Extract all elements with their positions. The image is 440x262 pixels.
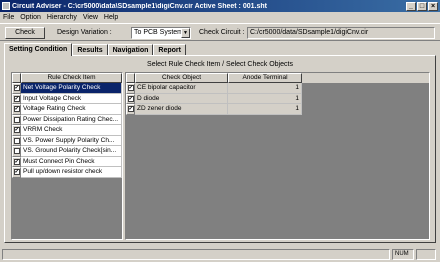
rule-check-label: Net Voltage Polarity Check <box>21 83 122 94</box>
rule-check-checkbox[interactable]: ✓ <box>13 85 20 92</box>
tab-setting-condition[interactable]: Setting Condition <box>4 43 73 56</box>
row-checkbox-cell[interactable]: ✓ <box>126 83 135 94</box>
check-object-label: ZD zener diode <box>135 104 228 115</box>
chevron-down-icon[interactable]: ▼ <box>181 28 190 38</box>
rule-check-row[interactable]: ✓ Must Connect Pin Check <box>12 156 122 167</box>
rule-check-row[interactable]: Power Dissipation Rating Chec... <box>12 114 122 125</box>
close-button[interactable]: × <box>428 1 438 11</box>
status-message <box>2 249 390 260</box>
anode-terminal-value: 1 <box>228 104 302 115</box>
row-checkbox-cell[interactable]: ✓ <box>12 125 21 136</box>
rule-check-checkbox[interactable] <box>13 148 20 155</box>
check-object-checkbox[interactable]: ✓ <box>127 85 134 92</box>
menu-hierarchy[interactable]: Hierarchy <box>47 14 77 21</box>
toolbar: Check Design Variation : To PCB System ▼… <box>0 23 440 41</box>
rule-check-row[interactable]: ✓ Pull up/down resistor check <box>12 167 122 178</box>
check-object-checkbox[interactable]: ✓ <box>127 106 134 113</box>
rule-check-label: VS. Ground Polarity Check[sin... <box>21 146 122 157</box>
header-corner <box>126 73 135 83</box>
rule-check-row[interactable]: VS. Ground Polarity Check[sin... <box>12 146 122 157</box>
rule-check-checkbox[interactable] <box>13 137 20 144</box>
check-object-row[interactable]: ✓ D diode 1 <box>126 93 429 104</box>
row-checkbox-cell[interactable]: ✓ <box>126 104 135 115</box>
status-num: NUM <box>392 249 414 260</box>
menu-bar: File Option Hierarchy View Help <box>0 12 440 22</box>
title-bar: Circuit Adviser - C:\cr5000\data\SDsampl… <box>0 0 440 12</box>
setting-condition-panel: Select Rule Check Item / Select Check Ob… <box>4 55 436 243</box>
rule-check-row[interactable]: ✓ VRRM Check <box>12 125 122 136</box>
maximize-button[interactable]: □ <box>417 1 427 11</box>
rule-check-label: Pull up/down resistor check <box>21 167 122 178</box>
status-extra <box>416 249 436 260</box>
row-checkbox-cell[interactable]: ✓ <box>126 93 135 104</box>
row-checkbox-cell[interactable]: ✓ <box>12 104 21 115</box>
check-object-header: Check Object <box>135 73 228 83</box>
rule-check-row[interactable]: ✓ Input Voltage Check <box>12 93 122 104</box>
row-checkbox-cell[interactable]: ✓ <box>12 93 21 104</box>
rule-check-checkbox[interactable]: ✓ <box>13 95 20 102</box>
check-object-label: CE bipolar capacitor <box>135 83 228 94</box>
design-variation-value: To PCB System <box>134 29 184 36</box>
check-circuit-label: Check Circuit : <box>199 29 245 36</box>
menu-file[interactable]: File <box>3 14 14 21</box>
check-object-row[interactable]: ✓ ZD zener diode 1 <box>126 104 429 115</box>
rule-check-table: Rule Check Item ✓ Net Voltage Polarity Ch… <box>11 72 123 240</box>
row-checkbox-cell[interactable]: ✓ <box>12 83 21 94</box>
rule-check-checkbox[interactable]: ✓ <box>13 127 20 134</box>
app-icon <box>2 2 10 10</box>
anode-terminal-header: Anode Terminal <box>228 73 302 83</box>
header-corner <box>12 73 21 83</box>
anode-terminal-value: 1 <box>228 93 302 104</box>
check-object-table: Check Object Anode Terminal ✓ CE bipolar … <box>125 72 430 240</box>
section-title: Select Rule Check Item / Select Check Ob… <box>147 61 293 68</box>
window-title: Circuit Adviser - C:\cr5000\data\SDsampl… <box>12 2 267 10</box>
anode-terminal-value: 1 <box>228 83 302 94</box>
rule-check-row[interactable]: ✓ Voltage Rating Check <box>12 104 122 115</box>
row-checkbox-cell[interactable]: ✓ <box>12 167 21 178</box>
menu-help[interactable]: Help <box>104 14 118 21</box>
rule-check-row[interactable]: ✓ Net Voltage Polarity Check <box>12 83 122 94</box>
minimize-button[interactable]: _ <box>406 1 416 11</box>
rule-check-label: Power Dissipation Rating Chec... <box>21 114 122 125</box>
menu-view[interactable]: View <box>83 14 98 21</box>
row-checkbox-cell[interactable]: ✓ <box>12 156 21 167</box>
rule-check-label: Must Connect Pin Check <box>21 156 122 167</box>
design-variation-select[interactable]: To PCB System ▼ <box>131 27 191 39</box>
rule-check-checkbox[interactable] <box>13 116 20 123</box>
status-bar: NUM <box>0 248 440 262</box>
rule-check-checkbox[interactable]: ✓ <box>13 169 20 176</box>
rule-check-checkbox[interactable]: ✓ <box>13 106 20 113</box>
check-object-checkbox[interactable]: ✓ <box>127 95 134 102</box>
rule-check-label: VRRM Check <box>21 125 122 136</box>
rule-check-label: Input Voltage Check <box>21 93 122 104</box>
row-checkbox-cell[interactable] <box>12 114 21 125</box>
rule-check-checkbox[interactable]: ✓ <box>13 158 20 165</box>
check-object-label: D diode <box>135 93 228 104</box>
check-circuit-path: C:/cr5000/data/SDsample1/digiCnv.cir <box>247 27 435 39</box>
menu-option[interactable]: Option <box>20 14 41 21</box>
rule-check-label: Voltage Rating Check <box>21 104 122 115</box>
check-button[interactable]: Check <box>5 27 45 39</box>
design-variation-label: Design Variation : <box>57 29 112 36</box>
rule-check-row[interactable]: VS. Power Supply Polarity Ch... <box>12 135 122 146</box>
rule-check-label: VS. Power Supply Polarity Ch... <box>21 135 122 146</box>
check-object-row[interactable]: ✓ CE bipolar capacitor 1 <box>126 83 429 94</box>
row-checkbox-cell[interactable] <box>12 135 21 146</box>
rule-check-header: Rule Check Item <box>21 73 122 83</box>
row-checkbox-cell[interactable] <box>12 146 21 157</box>
